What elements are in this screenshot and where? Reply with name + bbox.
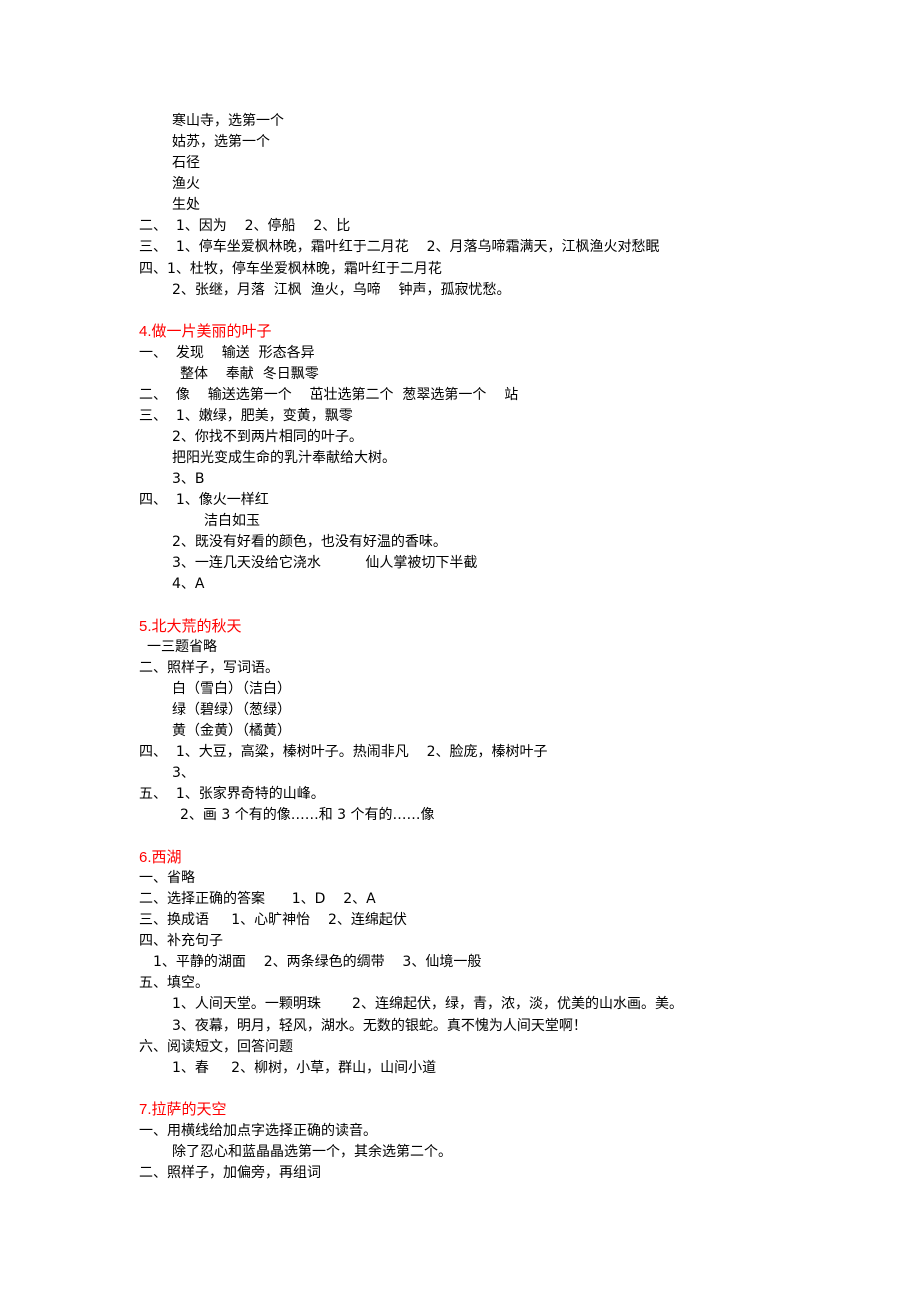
answer-line: 三、 1、停车坐爱枫林晚，霜叶红于二月花 2、月落乌啼霜满天，江枫渔火对愁眠: [139, 239, 660, 255]
answer-line: 三、 1、嫩绿，肥美，变黄，飘零: [139, 408, 353, 424]
answer-line: 1、人间天堂。一颗明珠 2、连绵起伏，绿，青，浓，淡，优美的山水画。美。: [172, 996, 683, 1012]
section-heading: 6.西湖: [139, 849, 182, 866]
answer-line: 4、A: [172, 576, 205, 592]
answer-line: 五、 1、张家界奇特的山峰。: [139, 786, 325, 802]
answer-line: 一、 发现 输送 形态各异: [139, 345, 315, 361]
section-heading: 5.北大荒的秋天: [139, 618, 242, 635]
answer-line: 四、 1、像火一样红: [139, 492, 269, 508]
answer-line: 洁白如玉: [204, 513, 260, 529]
answer-line: 生处: [172, 197, 200, 213]
answer-line: 3、B: [172, 471, 205, 487]
answer-line: 四、补充句子: [139, 933, 223, 949]
answer-line: 绿（碧绿）（葱绿）: [172, 702, 291, 718]
answer-line: 2、既没有好看的颜色，也没有好温的香味。: [172, 534, 447, 550]
answer-line: 2、你找不到两片相同的叶子。: [172, 429, 363, 445]
answer-line: 四、 1、大豆，高粱，榛树叶子。热闹非凡 2、脸庞，榛树叶子: [139, 744, 548, 760]
answer-line: 三、换成语 1、心旷神怡 2、连绵起伏: [139, 912, 407, 928]
answer-line: 除了忍心和蓝晶晶选第一个，其余选第二个。: [172, 1144, 452, 1160]
answer-line: 五、填空。: [139, 975, 209, 991]
document-page: 寒山寺，选第一个 姑苏，选第一个 石径 渔火 生处 二、 1、因为 2、停船 2…: [0, 0, 920, 1302]
answer-line: 石径: [172, 155, 200, 171]
answer-line: 二、选择正确的答案 1、D 2、A: [139, 891, 376, 907]
answer-line: 姑苏，选第一个: [172, 134, 270, 150]
answer-line: 渔火: [172, 176, 200, 192]
answer-line: 3、一连几天没给它浇水 仙人掌被切下半截: [172, 555, 478, 571]
answer-line: 1、春 2、柳树，小草，群山，山间小道: [172, 1060, 437, 1076]
answer-line: 白（雪白）（洁白）: [172, 681, 291, 697]
section-heading: 7.拉萨的天空: [139, 1101, 227, 1118]
section-heading: 4.做一片美丽的叶子: [139, 323, 272, 340]
answer-line: 二、 1、因为 2、停船 2、比: [139, 218, 351, 234]
answer-line: 3、: [172, 765, 195, 781]
answer-line: 六、阅读短文，回答问题: [139, 1039, 293, 1055]
answer-line: 一三题省略: [147, 639, 217, 655]
answer-line: 二、照样子，写词语。: [139, 660, 279, 676]
answer-line: 2、画 3 个有的像……和 3 个有的……像: [180, 807, 435, 823]
answer-line: 整体 奉献 冬日飘零: [180, 366, 319, 382]
answer-line: 把阳光变成生命的乳汁奉献给大树。: [172, 450, 396, 466]
answer-line: 一、省略: [139, 870, 195, 886]
answer-line: 一、用横线给加点字选择正确的读音。: [139, 1123, 377, 1139]
answer-line: 寒山寺，选第一个: [172, 113, 284, 129]
answer-line: 二、照样子，加偏旁，再组词: [139, 1165, 321, 1181]
answer-line: 3、夜幕，明月，轻风，湖水。无数的银蛇。真不愧为人间天堂啊！: [172, 1018, 587, 1034]
answer-line: 2、张继，月落 江枫 渔火，乌啼 钟声，孤寂忧愁。: [172, 282, 511, 298]
answer-line: 1、平静的湖面 2、两条绿色的绸带 3、仙境一般: [153, 954, 482, 970]
answer-line: 四、1、杜牧，停车坐爱枫林晚，霜叶红于二月花: [139, 261, 442, 277]
answer-line: 黄（金黄）（橘黄）: [172, 723, 291, 739]
answer-line: 二、 像 输送选第一个 茁壮选第二个 葱翠选第一个 站: [139, 387, 519, 403]
